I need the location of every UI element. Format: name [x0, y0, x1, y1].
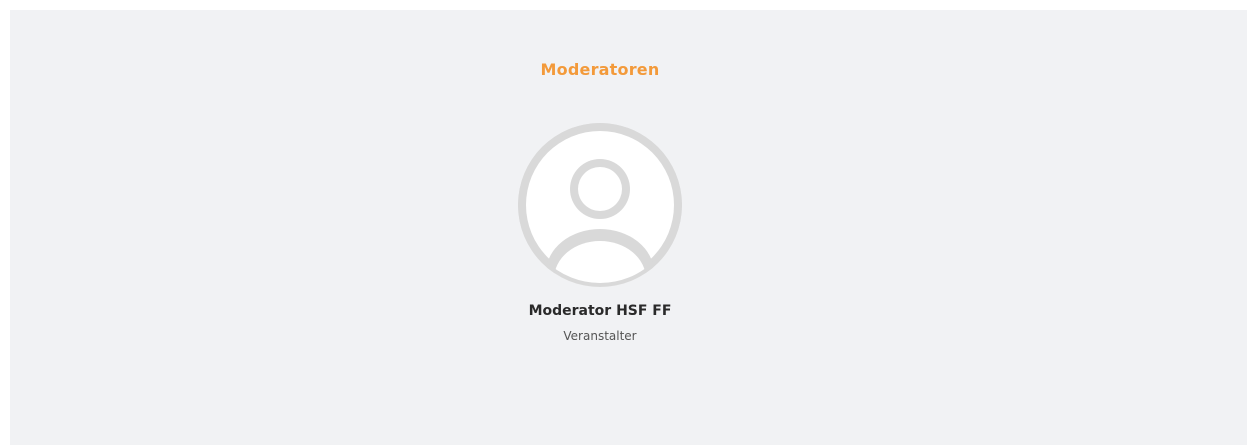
- moderators-section: Moderatoren Moderator HSF FF Veranstalte…: [490, 10, 710, 445]
- user-placeholder-icon: [518, 123, 682, 287]
- moderator-role: Veranstalter: [563, 329, 637, 343]
- moderators-panel: Moderatoren Moderator HSF FF Veranstalte…: [10, 10, 1247, 445]
- moderator-name[interactable]: Moderator HSF FF: [490, 303, 710, 319]
- avatar[interactable]: [518, 123, 682, 287]
- section-title: Moderatoren: [540, 60, 660, 79]
